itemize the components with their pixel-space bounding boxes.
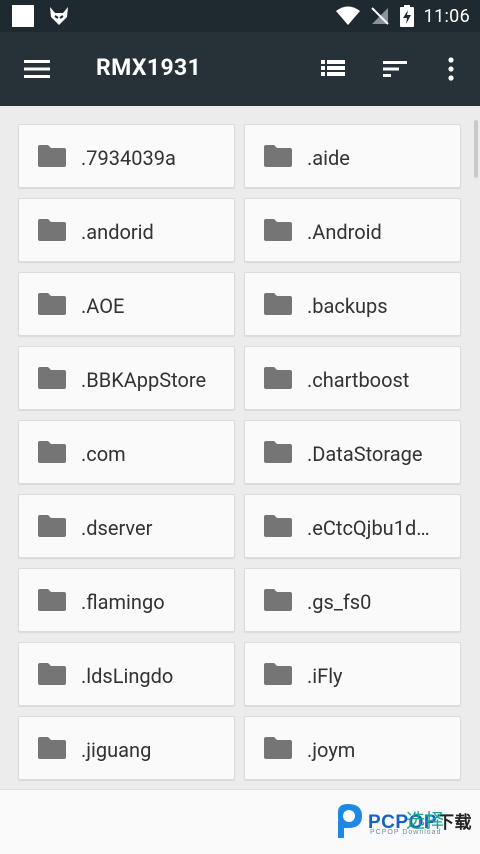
- folder-icon: [38, 219, 66, 241]
- folder-item[interactable]: .flamingo: [18, 568, 235, 632]
- list-view-icon[interactable]: [318, 54, 348, 84]
- folder-name: .jiguang: [81, 738, 152, 762]
- more-vert-icon[interactable]: [436, 54, 466, 84]
- folder-item[interactable]: .andorid: [18, 198, 235, 262]
- sort-icon[interactable]: [380, 54, 410, 84]
- folder-name: .joym: [307, 738, 356, 762]
- folder-icon: [38, 663, 66, 685]
- folder-item[interactable]: .ldsLingdo: [18, 642, 235, 706]
- folder-name: .gs_fs0: [307, 590, 372, 614]
- folder-item[interactable]: .AOE: [18, 272, 235, 336]
- folder-item[interactable]: .Android: [244, 198, 461, 262]
- folder-name: .flamingo: [81, 590, 165, 614]
- folder-icon: [38, 589, 66, 611]
- folder-name: .DataStorage: [307, 442, 423, 466]
- folder-name: .iFly: [307, 664, 343, 688]
- folder-icon: [264, 589, 292, 611]
- folder-item[interactable]: .DataStorage: [244, 420, 461, 484]
- app-bar: RMX1931: [0, 32, 480, 106]
- folder-item[interactable]: .com: [18, 420, 235, 484]
- folder-list[interactable]: .7934039a .aide .andorid .Android .AOE .…: [0, 106, 480, 789]
- folder-name: .aide: [307, 146, 350, 170]
- folder-name: .BBKAppStore: [81, 368, 207, 392]
- folder-icon: [264, 293, 292, 315]
- folder-item[interactable]: .joym: [244, 716, 461, 780]
- notification-square-icon: [12, 5, 34, 27]
- folder-icon: [264, 515, 292, 537]
- folder-item[interactable]: .gs_fs0: [244, 568, 461, 632]
- menu-icon[interactable]: [24, 57, 52, 81]
- folder-item[interactable]: .backups: [244, 272, 461, 336]
- fox-icon: [50, 7, 68, 25]
- status-bar: 11:06: [0, 0, 480, 32]
- scrollbar[interactable]: [474, 120, 478, 178]
- folder-item[interactable]: .aide: [244, 124, 461, 188]
- bottom-bar: PCPOP下载 PCPOP Download 选择: [0, 789, 480, 854]
- status-left: [12, 5, 70, 27]
- folder-name: .eCtcQjbu1d…: [307, 516, 430, 540]
- pcpop-logo-icon: [338, 804, 362, 838]
- folder-item[interactable]: .BBKAppStore: [18, 346, 235, 410]
- folder-item[interactable]: .chartboost: [244, 346, 461, 410]
- status-right: 11:06: [335, 4, 470, 28]
- folder-icon: [264, 219, 292, 241]
- folder-name: .chartboost: [307, 368, 410, 392]
- folder-icon: [264, 145, 292, 167]
- folder-icon: [264, 441, 292, 463]
- folder-item[interactable]: .iFly: [244, 642, 461, 706]
- folder-icon: [38, 515, 66, 537]
- folder-name: .backups: [307, 294, 388, 318]
- select-button[interactable]: 选择: [406, 806, 444, 833]
- folder-icon: [38, 293, 66, 315]
- wifi-icon: [335, 6, 360, 25]
- app-title: RMX1931: [96, 54, 202, 81]
- folder-item[interactable]: .eCtcQjbu1d…: [244, 494, 461, 558]
- folder-icon: [38, 737, 66, 759]
- status-time: 11:06: [423, 5, 470, 27]
- folder-name: .ldsLingdo: [81, 664, 174, 688]
- folder-name: .com: [81, 442, 126, 466]
- folder-name: .AOE: [81, 294, 125, 318]
- folder-icon: [264, 367, 292, 389]
- folder-item[interactable]: .dserver: [18, 494, 235, 558]
- folder-name: .andorid: [81, 220, 154, 244]
- folder-icon: [38, 367, 66, 389]
- folder-grid: .7934039a .aide .andorid .Android .AOE .…: [18, 124, 461, 780]
- folder-item[interactable]: .jiguang: [18, 716, 235, 780]
- folder-item[interactable]: .7934039a: [18, 124, 235, 188]
- folder-icon: [38, 441, 66, 463]
- folder-name: .Android: [307, 220, 382, 244]
- battery-charging-icon: [399, 5, 414, 27]
- folder-name: .dserver: [81, 516, 153, 540]
- folder-icon: [264, 737, 292, 759]
- folder-name: .7934039a: [81, 146, 176, 170]
- folder-icon: [38, 145, 66, 167]
- no-sim-icon: [370, 7, 389, 25]
- folder-icon: [264, 663, 292, 685]
